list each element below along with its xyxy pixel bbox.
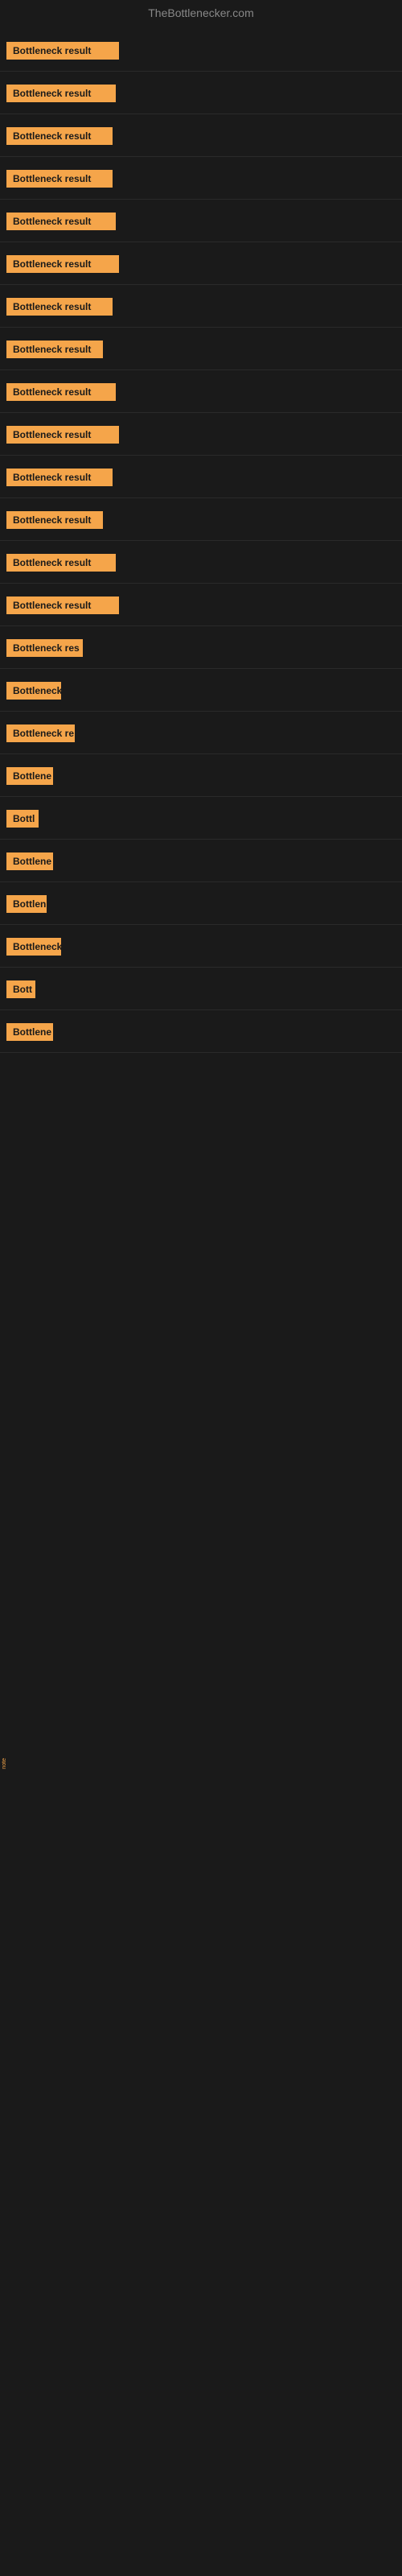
bottleneck-section-7: Bottleneck result xyxy=(0,285,402,328)
bottleneck-label[interactable]: Bottleneck result xyxy=(6,85,116,102)
list-item: Bottleneck result xyxy=(6,469,396,486)
list-item: Bott xyxy=(6,980,396,998)
chart-bottom-area: note xyxy=(0,1053,402,1777)
bottleneck-section-1: Bottleneck result xyxy=(0,29,402,72)
list-item: Bottleneck xyxy=(6,938,396,956)
bottleneck-section-12: Bottleneck result xyxy=(0,498,402,541)
bottleneck-label[interactable]: Bottleneck result xyxy=(6,383,116,401)
bottleneck-label[interactable]: Bottleneck result xyxy=(6,170,113,188)
bottleneck-label[interactable]: Bott xyxy=(6,980,35,998)
bottleneck-section-3: Bottleneck result xyxy=(0,114,402,157)
list-item: Bottleneck result xyxy=(6,597,396,614)
list-item: Bottleneck result xyxy=(6,42,396,60)
bottleneck-label[interactable]: Bottleneck result xyxy=(6,127,113,145)
list-item: Bottleneck result xyxy=(6,426,396,444)
list-item: Bottleneck result xyxy=(6,298,396,316)
bottleneck-section-5: Bottleneck result xyxy=(0,200,402,242)
bottleneck-section-18: Bottlene xyxy=(0,754,402,797)
bottleneck-label[interactable]: Bottleneck res xyxy=(6,639,83,657)
list-item: Bottl xyxy=(6,810,396,828)
bottleneck-section-11: Bottleneck result xyxy=(0,456,402,498)
list-item: Bottleneck result xyxy=(6,170,396,188)
bottleneck-section-2: Bottleneck result xyxy=(0,72,402,114)
bottleneck-list: Bottleneck result Bottleneck result Bottle… xyxy=(0,29,402,1053)
bottleneck-label[interactable]: Bottleneck result xyxy=(6,42,119,60)
bottleneck-section-20: Bottlene xyxy=(0,840,402,882)
bottleneck-section-19: Bottl xyxy=(0,797,402,840)
list-item: Bottleneck result xyxy=(6,127,396,145)
list-item: Bottlene xyxy=(6,767,396,785)
bottleneck-label[interactable]: Bottleneck result xyxy=(6,426,119,444)
bottleneck-label[interactable]: Bottleneck result xyxy=(6,469,113,486)
list-item: Bottleneck res xyxy=(6,639,396,657)
bottleneck-section-4: Bottleneck result xyxy=(0,157,402,200)
bottleneck-section-17: Bottleneck re xyxy=(0,712,402,754)
bottleneck-label[interactable]: Bottleneck result xyxy=(6,341,103,358)
bottleneck-label[interactable]: Bottlene xyxy=(6,767,53,785)
bottleneck-section-9: Bottleneck result xyxy=(0,370,402,413)
bottleneck-section-14: Bottleneck result xyxy=(0,584,402,626)
bottleneck-label[interactable]: Bottleneck result xyxy=(6,255,119,273)
bottleneck-label[interactable]: Bottlene xyxy=(6,852,53,870)
list-item: Bottleneck result xyxy=(6,383,396,401)
list-item: Bottlene xyxy=(6,852,396,870)
list-item: Bottleneck result xyxy=(6,213,396,230)
list-item: Bottleneck result xyxy=(6,85,396,102)
site-header: TheBottlenecker.com xyxy=(0,0,402,29)
list-item: Bottleneck xyxy=(6,682,396,700)
bottleneck-label[interactable]: Bottleneck result xyxy=(6,298,113,316)
bottleneck-label[interactable]: Bottleneck result xyxy=(6,213,116,230)
bottleneck-section-24: Bottlene xyxy=(0,1010,402,1053)
list-item: Bottleneck result xyxy=(6,511,396,529)
bottleneck-section-23: Bott xyxy=(0,968,402,1010)
site-title: TheBottlenecker.com xyxy=(148,6,254,19)
bottleneck-section-21: Bottlen xyxy=(0,882,402,925)
list-item: Bottleneck re xyxy=(6,724,396,742)
bottleneck-label[interactable]: Bottl xyxy=(6,810,39,828)
bottom-label: note xyxy=(2,1758,7,1769)
bottleneck-label[interactable]: Bottleneck xyxy=(6,938,61,956)
list-item: Bottleneck result xyxy=(6,255,396,273)
list-item: Bottlene xyxy=(6,1023,396,1041)
bottleneck-section-6: Bottleneck result xyxy=(0,242,402,285)
bottleneck-section-15: Bottleneck res xyxy=(0,626,402,669)
bottleneck-label[interactable]: Bottlen xyxy=(6,895,47,913)
bottleneck-section-22: Bottleneck xyxy=(0,925,402,968)
bottleneck-section-8: Bottleneck result xyxy=(0,328,402,370)
bottleneck-section-13: Bottleneck result xyxy=(0,541,402,584)
list-item: Bottlen xyxy=(6,895,396,913)
bottleneck-label[interactable]: Bottleneck result xyxy=(6,554,116,572)
bottleneck-section-16: Bottleneck xyxy=(0,669,402,712)
bottleneck-section-10: Bottleneck result xyxy=(0,413,402,456)
bottleneck-label[interactable]: Bottleneck result xyxy=(6,511,103,529)
bottleneck-label[interactable]: Bottleneck result xyxy=(6,597,119,614)
list-item: Bottleneck result xyxy=(6,341,396,358)
bottleneck-label[interactable]: Bottlene xyxy=(6,1023,53,1041)
list-item: Bottleneck result xyxy=(6,554,396,572)
bottleneck-label[interactable]: Bottleneck xyxy=(6,682,61,700)
bottleneck-label[interactable]: Bottleneck re xyxy=(6,724,75,742)
